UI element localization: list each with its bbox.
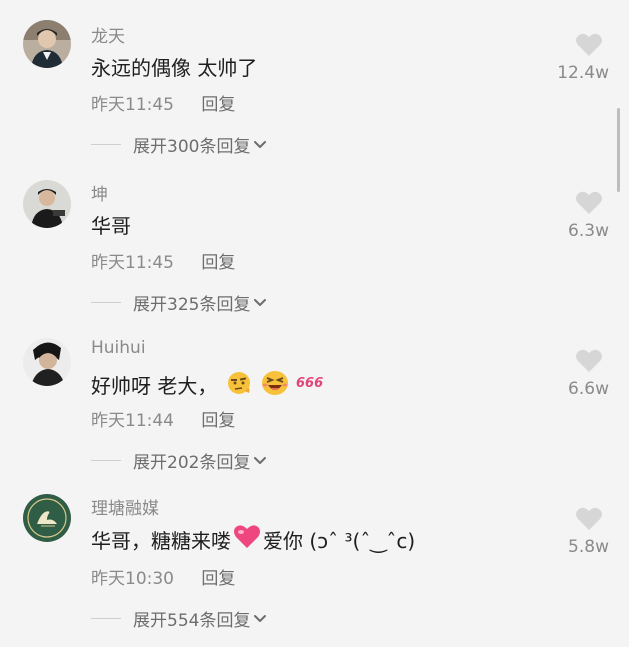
username[interactable]: 理塘融媒 — [91, 494, 159, 519]
timestamp: 昨天11:45 — [91, 95, 174, 115]
heart-emoji — [233, 524, 261, 555]
like-count: 5.8w — [568, 537, 609, 557]
scrollbar[interactable] — [617, 108, 620, 192]
comment-text-content: 华哥，糖糖来喽 — [91, 529, 231, 553]
avatar[interactable] — [23, 20, 71, 68]
comment-text-content-after: 爱你 (ↄˆ ³(ˆ‿ˆc) — [263, 529, 416, 553]
comment-text-content: 华哥 — [91, 214, 131, 238]
heart-icon — [549, 506, 603, 535]
timestamp: 昨天11:45 — [91, 253, 174, 273]
comment-text: 永远的偶像 太帅了 — [91, 52, 257, 81]
reply-button[interactable]: 回复 — [201, 569, 235, 589]
like-button[interactable]: 6.3w — [549, 190, 609, 241]
thinking-emoji — [225, 369, 255, 400]
like-count: 12.4w — [557, 63, 609, 83]
logo-avatar-image — [23, 494, 71, 542]
like-button[interactable]: 6.6w — [549, 348, 609, 399]
timestamp: 昨天11:44 — [91, 411, 174, 431]
like-button[interactable]: 5.8w — [549, 506, 609, 557]
comment-meta: 昨天11:44 回复 — [91, 406, 235, 431]
reply-button[interactable]: 回复 — [201, 95, 235, 115]
expand-replies-button[interactable]: 展开202条回复 — [91, 448, 267, 473]
reply-button[interactable]: 回复 — [201, 253, 235, 273]
avatar[interactable] — [23, 494, 71, 542]
grinning-emoji — [259, 368, 291, 401]
divider-line — [91, 144, 121, 145]
like-count: 6.6w — [568, 379, 609, 399]
avatar[interactable] — [23, 338, 71, 386]
portrait-avatar-image — [23, 338, 71, 386]
like-button[interactable]: 12.4w — [549, 32, 609, 83]
expand-replies-button[interactable]: 展开554条回复 — [91, 606, 267, 631]
expand-replies-button[interactable]: 展开300条回复 — [91, 132, 267, 157]
heart-icon — [549, 190, 603, 219]
chevron-down-icon — [253, 609, 267, 629]
comment-text: 华哥，糖糖来喽 爱你 (ↄˆ ³(ˆ‿ˆc) — [91, 524, 415, 555]
reply-button[interactable]: 回复 — [201, 411, 235, 431]
comment-text-content: 永远的偶像 太帅了 — [91, 56, 258, 80]
portrait-avatar-image — [23, 20, 71, 68]
divider-line — [91, 302, 121, 303]
username[interactable]: 坤 — [91, 180, 108, 205]
expand-replies-label: 展开300条回复 — [133, 137, 251, 157]
chevron-down-icon — [253, 451, 267, 471]
expand-replies-button[interactable]: 展开325条回复 — [91, 290, 267, 315]
comment-meta: 昨天11:45 回复 — [91, 248, 235, 273]
comment-meta: 昨天11:45 回复 — [91, 90, 235, 115]
expand-replies-label: 展开325条回复 — [133, 295, 251, 315]
like-count: 6.3w — [568, 221, 609, 241]
chevron-down-icon — [253, 135, 267, 155]
comment-text: 华哥 — [91, 210, 131, 239]
comment-text: 好帅呀 老大， 666 — [91, 368, 327, 401]
timestamp: 昨天10:30 — [91, 569, 174, 589]
comment-meta: 昨天10:30 回复 — [91, 564, 235, 589]
comment-text-content: 好帅呀 老大， — [91, 374, 218, 398]
expand-replies-label: 展开202条回复 — [133, 453, 251, 473]
666-emoji: 666 — [295, 372, 327, 397]
expand-replies-label: 展开554条回复 — [133, 611, 251, 631]
divider-line — [91, 618, 121, 619]
username[interactable]: 龙天 — [91, 22, 125, 47]
username[interactable]: Huihui — [91, 338, 146, 358]
portrait-avatar-image — [23, 180, 71, 228]
divider-line — [91, 460, 121, 461]
svg-text:666: 666 — [296, 376, 323, 391]
avatar[interactable] — [23, 180, 71, 228]
heart-icon — [549, 32, 603, 61]
heart-icon — [549, 348, 603, 377]
chevron-down-icon — [253, 293, 267, 313]
